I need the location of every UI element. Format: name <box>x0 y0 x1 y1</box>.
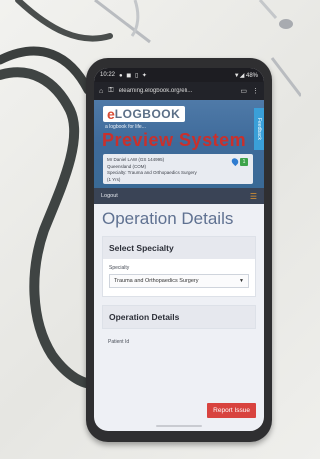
lock-icon: ⚿ <box>108 87 114 94</box>
user-info-card: Mr Daniel LAW (GS 144995) Queensland (CO… <box>103 154 253 184</box>
url-text[interactable]: elearning.elogbook.org/eli... <box>119 88 236 94</box>
battery-status: ▼◢ 48% <box>233 72 258 79</box>
location-pin-icon[interactable] <box>230 156 240 167</box>
elogbook-logo[interactable]: e LOGBOOK <box>103 106 185 122</box>
photo-scene: 10:22 ● ◼ ▯ ✦ ▼◢ 48% ⌂ ⚿ elearning.elogb… <box>0 0 301 459</box>
more-icon[interactable]: ⋮ <box>252 87 259 95</box>
tabs-icon[interactable]: ▭ <box>240 87 247 95</box>
logout-link[interactable]: Logout <box>101 193 118 199</box>
select-specialty-card: Select Specialty Specialty Trauma and Or… <box>102 236 256 297</box>
specialty-value: Trauma and Orthopaedics Surgery <box>114 278 199 284</box>
report-issue-button[interactable]: Report Issue <box>207 403 256 418</box>
browser-url-bar[interactable]: ⌂ ⚿ elearning.elogbook.org/eli... ▭ ⋮ <box>94 82 264 100</box>
specialty-select[interactable]: Trauma and Orthopaedics Surgery ▼ <box>109 274 249 288</box>
phone-screen: 10:22 ● ◼ ▯ ✦ ▼◢ 48% ⌂ ⚿ elearning.elogb… <box>94 68 264 431</box>
page-title: Operation Details <box>102 209 234 228</box>
smartphone: 10:22 ● ◼ ▯ ✦ ▼◢ 48% ⌂ ⚿ elearning.elogb… <box>86 58 272 442</box>
site-header: e LOGBOOK a logbook for life... Preview … <box>94 100 264 188</box>
logo-text: LOGBOOK <box>114 107 181 121</box>
home-icon[interactable]: ⌂ <box>99 88 103 95</box>
select-specialty-heading: Select Specialty <box>103 237 255 259</box>
patient-id-label: Patient Id <box>108 339 130 345</box>
logo-e: e <box>107 106 115 122</box>
feedback-tab[interactable]: Feedback <box>254 108 264 150</box>
specialty-label: Specialty <box>109 265 130 271</box>
status-time: 10:22 <box>100 72 116 78</box>
hamburger-menu-icon[interactable]: ☰ <box>250 192 257 201</box>
chevron-down-icon: ▼ <box>239 278 244 284</box>
nav-bar: Logout ☰ <box>94 188 264 204</box>
home-indicator[interactable] <box>156 425 202 427</box>
preview-banner: Preview System <box>102 130 247 150</box>
operation-details-heading: Operation Details <box>102 305 256 329</box>
user-badges: 1 <box>230 156 248 167</box>
notification-count-badge[interactable]: 1 <box>240 158 248 166</box>
status-bar: 10:22 ● ◼ ▯ ✦ ▼◢ 48% <box>94 68 264 82</box>
notification-icons: ● ◼ ▯ ✦ <box>119 72 148 79</box>
user-extra: (1 Yrs) <box>107 176 121 182</box>
